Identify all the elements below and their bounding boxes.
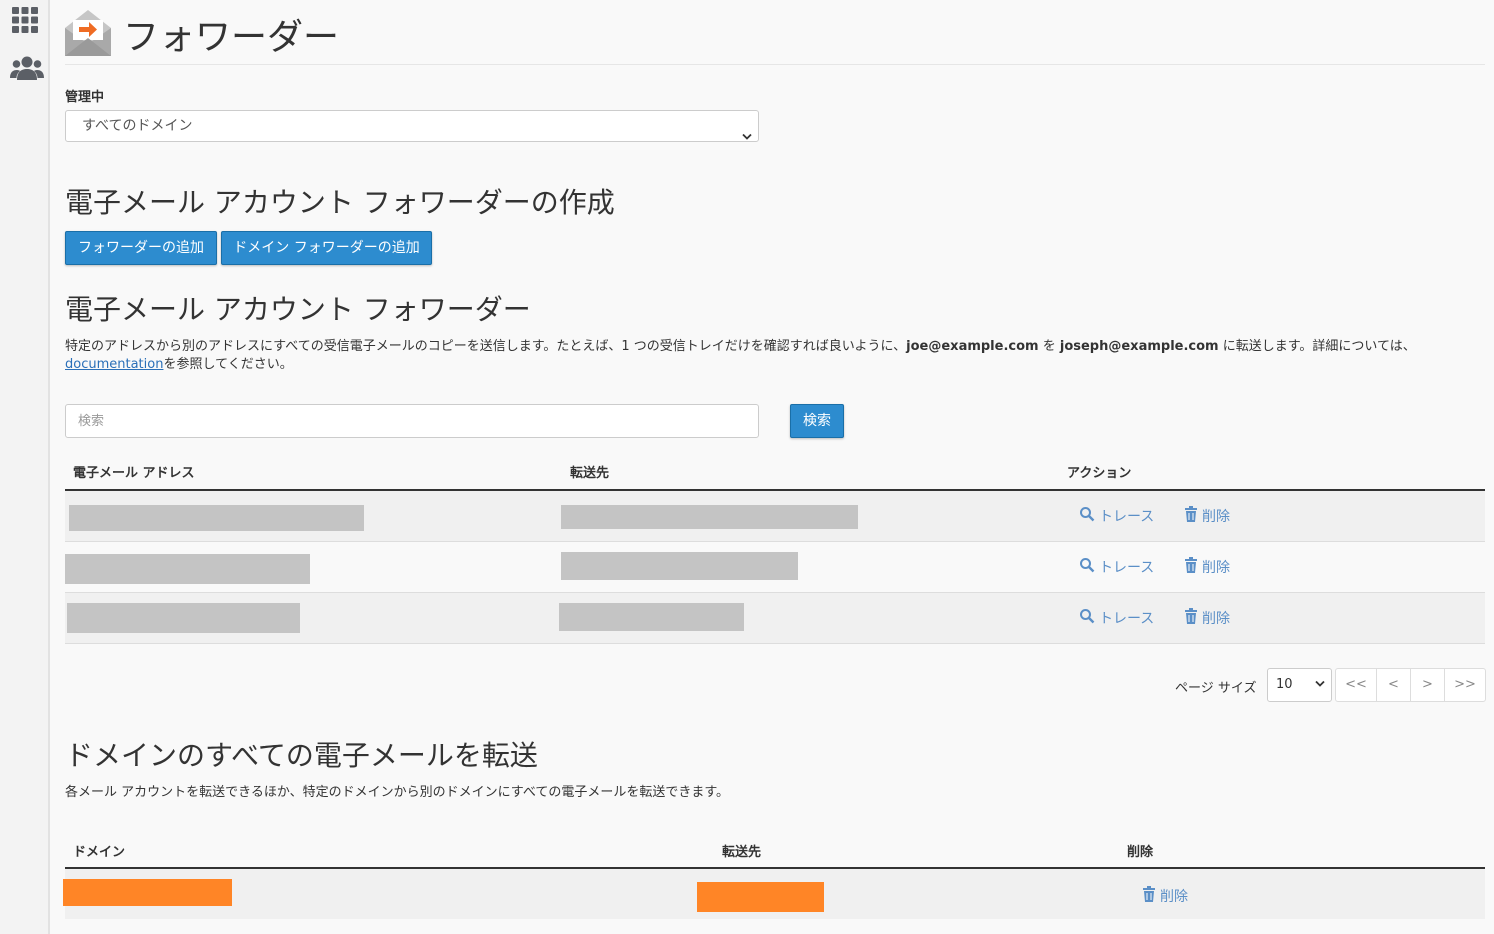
account-forwarders-heading: 電子メール アカウント フォワーダー <box>65 293 531 326</box>
trace-link[interactable]: トレース <box>1079 557 1154 577</box>
delete-link[interactable]: 削除 <box>1184 557 1230 577</box>
create-forwarder-heading: 電子メール アカウント フォワーダーの作成 <box>65 186 615 219</box>
desc-text: を <box>1038 339 1060 354</box>
desc-text: を参照してください。 <box>163 357 293 372</box>
domain-forwarders-heading: ドメインのすべての電子メールを転送 <box>65 739 538 772</box>
users-icon[interactable] <box>10 54 44 86</box>
pagination: << < > >> <box>1335 668 1486 702</box>
page-size-label: ページ サイズ <box>1175 681 1257 696</box>
table-row: トレース 削除 <box>65 491 1485 542</box>
chevron-down-icon <box>1315 669 1325 701</box>
trace-link[interactable]: トレース <box>1079 506 1154 526</box>
delete-link[interactable]: 削除 <box>1142 886 1188 906</box>
add-domain-forwarder-button[interactable]: ドメイン フォワーダーの追加 <box>221 231 432 265</box>
domain-forwarders-description: 各メール アカウントを転送できるほか、特定のドメインから別のドメインにすべての電… <box>65 785 730 800</box>
column-header-actions: アクション <box>1067 466 1132 481</box>
table-row: トレース 削除 <box>65 542 1485 593</box>
search-icon <box>1079 608 1095 628</box>
table-row: トレース 削除 <box>65 593 1485 644</box>
search-button[interactable]: 検索 <box>790 404 844 438</box>
search-icon <box>1079 557 1095 577</box>
column-header-domain[interactable]: ドメイン <box>73 841 125 860</box>
chevron-down-icon <box>742 122 752 152</box>
add-forwarder-button[interactable]: フォワーダーの追加 <box>65 231 217 265</box>
page-size-select[interactable]: 10 <box>1267 668 1332 702</box>
delete-label: 削除 <box>1160 889 1188 905</box>
sidebar <box>0 0 50 934</box>
account-forwarders-description: 特定のアドレスから別のアドレスにすべての受信電子メールのコピーを送信します。たと… <box>65 338 1475 374</box>
column-header-forward-to[interactable]: 転送先 <box>570 462 609 481</box>
trash-icon <box>1184 557 1198 577</box>
trace-label: トレース <box>1099 560 1155 576</box>
redacted-email <box>69 505 364 531</box>
grid-icon[interactable] <box>10 6 40 38</box>
delete-link[interactable]: 削除 <box>1184 506 1230 526</box>
column-header-domain-forward-to[interactable]: 転送先 <box>722 841 761 860</box>
trash-icon <box>1184 608 1198 628</box>
redacted-forward-to <box>561 505 858 529</box>
domain-select-value: すべてのドメイン <box>82 118 193 134</box>
desc-text: 特定のアドレスから別のアドレスにすべての受信電子メールのコピーを送信します。たと… <box>65 339 907 354</box>
redacted-forward-to <box>559 603 744 631</box>
redacted-email <box>65 554 310 584</box>
last-page-button[interactable]: >> <box>1444 668 1486 702</box>
trace-label: トレース <box>1099 611 1155 627</box>
search-input[interactable] <box>65 404 759 438</box>
domain-select[interactable]: すべてのドメイン <box>65 110 759 142</box>
table-row: 削除 <box>63 869 1485 919</box>
redacted-email <box>67 603 300 633</box>
redacted-domain-forward-to <box>697 882 824 912</box>
column-header-delete: 削除 <box>1127 845 1154 860</box>
next-page-button[interactable]: > <box>1410 668 1445 702</box>
column-header-email[interactable]: 電子メール アドレス <box>73 462 195 481</box>
delete-label: 削除 <box>1202 560 1230 576</box>
trace-link[interactable]: トレース <box>1079 608 1154 628</box>
desc-example-email: joseph@example.com <box>1059 339 1219 354</box>
desc-text: に転送します。詳細については、 <box>1218 339 1416 354</box>
trace-label: トレース <box>1099 509 1155 525</box>
envelope-forward-icon <box>63 8 113 62</box>
documentation-link[interactable]: documentation <box>65 357 163 372</box>
page-size-value: 10 <box>1276 677 1293 692</box>
redacted-domain <box>63 879 232 906</box>
desc-example-email: joe@example.com <box>906 339 1039 354</box>
redacted-forward-to <box>561 552 798 580</box>
trash-icon <box>1184 506 1198 526</box>
page-title: フォワーダー <box>123 17 340 58</box>
page-header: フォワーダー <box>65 6 1485 65</box>
trash-icon <box>1142 886 1156 906</box>
delete-link[interactable]: 削除 <box>1184 608 1230 628</box>
prev-page-button[interactable]: < <box>1376 668 1411 702</box>
managing-label: 管理中 <box>65 90 105 105</box>
first-page-button[interactable]: << <box>1335 668 1377 702</box>
delete-label: 削除 <box>1202 509 1230 525</box>
delete-label: 削除 <box>1202 611 1230 627</box>
search-icon <box>1079 506 1095 526</box>
